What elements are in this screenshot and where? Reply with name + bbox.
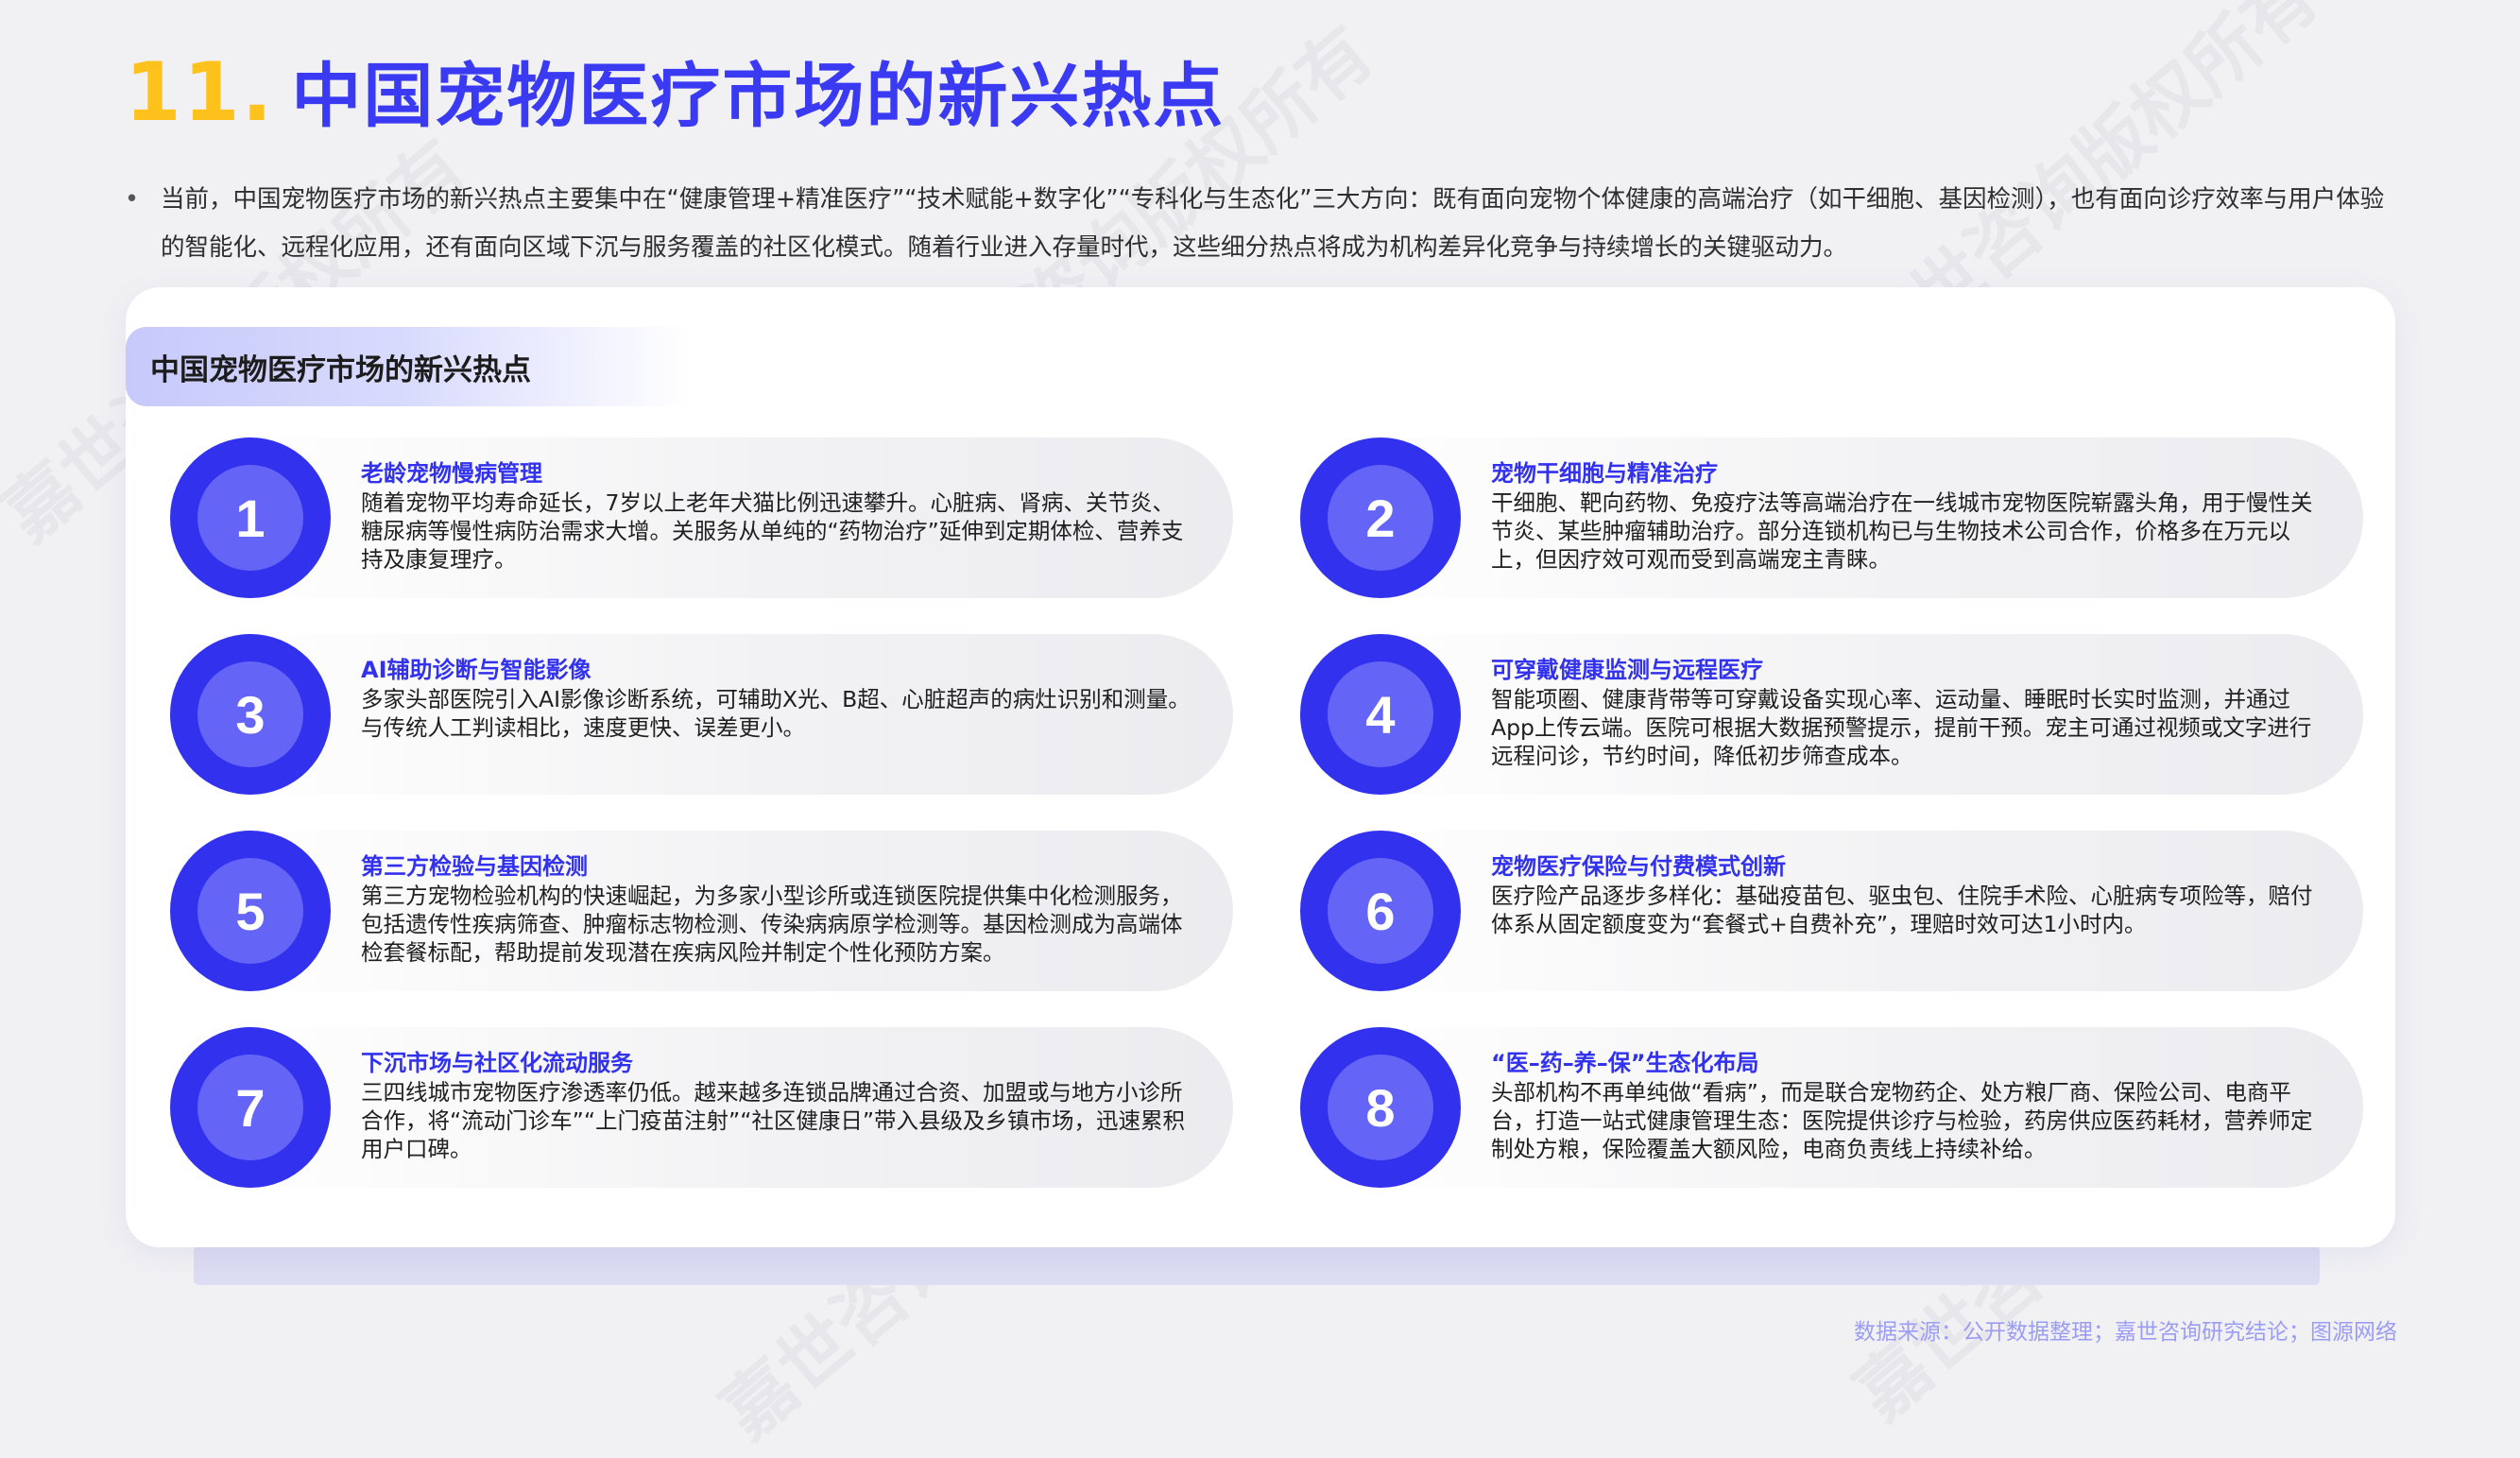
card-title: AI辅助诊断与智能影像 [361,657,591,683]
number-badge-label: 5 [197,858,303,964]
intro-paragraph: 当前，中国宠物医疗市场的新兴热点主要集中在“健康管理+精准医疗”“技术赋能+数字… [125,176,2402,272]
number-badge-label: 7 [197,1055,303,1160]
number-badge-label: 1 [197,465,303,571]
hotspot-card-1: 1 老龄宠物慢病管理 随着宠物平均寿命延长，7岁以上老年犬猫比例迅速攀升。心脏病… [170,437,1233,598]
card-title: 宠物医疗保险与付费模式创新 [1491,853,1786,880]
panel-shadow [194,1245,2320,1285]
number-badge-label: 3 [197,661,303,767]
hotspot-card-2: 2 宠物干细胞与精准治疗 干细胞、靶向药物、免疫疗法等高端治疗在一线城市宠物医院… [1300,437,2363,598]
number-badge: 2 [1300,437,1461,598]
hotspot-card-6: 6 宠物医疗保险与付费模式创新 医疗险产品逐步多样化：基础疫苗包、驱虫包、住院手… [1300,831,2363,991]
hotspot-card-7: 7 下沉市场与社区化流动服务 三四线城市宠物医疗渗透率仍低。越来越多连锁品牌通过… [170,1027,1233,1188]
hotspot-card-5: 5 第三方检验与基因检测 第三方宠物检验机构的快速崛起，为多家小型诊所或连锁医院… [170,831,1233,991]
number-badge-label: 6 [1328,858,1433,964]
card-description: 三四线城市宠物医疗渗透率仍低。越来越多连锁品牌通过合资、加盟或与地方小诊所合作，… [361,1079,1186,1162]
card-title: 宠物干细胞与精准治疗 [1491,460,1718,487]
card-title: “医–药–养–保”生态化布局 [1491,1050,1759,1076]
data-source-note: 数据来源：公开数据整理；嘉世咨询研究结论；图源网络 [1854,1320,2397,1345]
card-description: 第三方宠物检验机构的快速崛起，为多家小型诊所或连锁医院提供集中化检测服务，包括遗… [361,883,1183,966]
number-badge: 3 [170,634,331,795]
number-badge: 5 [170,831,331,991]
hotspots-panel: 中国宠物医疗市场的新兴热点 1 老龄宠物慢病管理 随着宠物平均寿命延长，7岁以上… [126,287,2395,1247]
card-title: 第三方检验与基因检测 [361,853,588,880]
number-badge: 6 [1300,831,1461,991]
section-number: 11. [125,45,275,140]
card-title: 下沉市场与社区化流动服务 [361,1050,633,1076]
hotspot-card-4: 4 可穿戴健康监测与远程医疗 智能项圈、健康背带等可穿戴设备实现心率、运动量、睡… [1300,634,2363,795]
card-description: 随着宠物平均寿命延长，7岁以上老年犬猫比例迅速攀升。心脏病、肾病、关节炎、糖尿病… [361,489,1184,573]
panel-title: 中国宠物医疗市场的新兴热点 [126,327,693,406]
page-title: 11. 中国宠物医疗市场的新兴热点 [125,40,1225,144]
number-badge: 4 [1300,634,1461,795]
number-badge-label: 4 [1328,661,1433,767]
title-text: 中国宠物医疗市场的新兴热点 [291,56,1226,137]
hotspot-card-3: 3 AI辅助诊断与智能影像 多家头部医院引入AI影像诊断系统，可辅助X光、B超、… [170,634,1233,795]
card-description: 医疗险产品逐步多样化：基础疫苗包、驱虫包、住院手术险、心脏病专项险等，赔付体系从… [1491,883,2313,937]
card-title: 可穿戴健康监测与远程医疗 [1491,657,1763,683]
card-title: 老龄宠物慢病管理 [361,460,542,487]
number-badge-label: 8 [1328,1055,1433,1160]
number-badge-label: 2 [1328,465,1433,571]
hotspot-card-8: 8 “医–药–养–保”生态化布局 头部机构不再单纯做“看病”，而是联合宠物药企、… [1300,1027,2363,1188]
number-badge: 7 [170,1027,331,1188]
number-badge: 1 [170,437,331,598]
card-description: 多家头部医院引入AI影像诊断系统，可辅助X光、B超、心脏超声的病灶识别和测量。与… [361,686,1191,741]
number-badge: 8 [1300,1027,1461,1188]
card-description: 干细胞、靶向药物、免疫疗法等高端治疗在一线城市宠物医院崭露头角，用于慢性关节炎、… [1491,489,2313,573]
card-description: 头部机构不再单纯做“看病”，而是联合宠物药企、处方粮厂商、保险公司、电商平台，打… [1491,1079,2313,1162]
card-description: 智能项圈、健康背带等可穿戴设备实现心率、运动量、睡眠时长实时监测，并通过App上… [1491,686,2312,769]
